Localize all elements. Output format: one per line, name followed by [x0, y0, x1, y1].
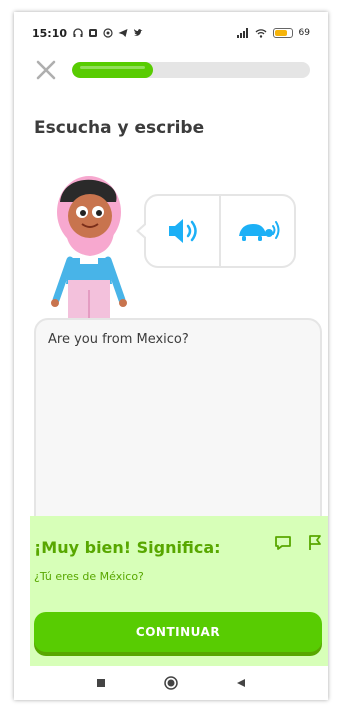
telegram-icon: [118, 29, 128, 37]
play-audio-button[interactable]: [146, 196, 219, 266]
battery-level: 69: [298, 28, 310, 38]
character-illustration: [51, 176, 127, 322]
comment-button[interactable]: [274, 534, 292, 556]
app-notification-icon: [89, 29, 98, 37]
lesson-progress-fill: [72, 62, 153, 78]
turtle-icon: [238, 221, 279, 241]
report-button[interactable]: [306, 534, 324, 556]
feedback-panel: ¡Muy bien! Significa: ¿Tú eres de México…: [30, 516, 328, 666]
headphones-icon: [73, 28, 83, 37]
home-button[interactable]: [164, 676, 178, 690]
status-time: 15:10: [32, 26, 68, 40]
square-icon: [97, 679, 105, 687]
close-button[interactable]: [34, 58, 58, 82]
close-icon: [36, 60, 56, 80]
back-button[interactable]: [236, 678, 246, 688]
speaker-icon: [168, 219, 197, 243]
status-bar: 15:10 69: [14, 12, 328, 54]
phone-screen: 15:10 69 Escucha y escribe Are you from …: [14, 12, 328, 700]
circle-icon: [164, 676, 178, 690]
battery-icon: [272, 28, 293, 38]
status-right-icons: 69: [236, 28, 310, 38]
feedback-title: ¡Muy bien! Significa:: [34, 538, 221, 557]
feedback-actions: [274, 534, 324, 556]
answer-textarea[interactable]: Are you from Mexico?: [34, 318, 322, 548]
status-notification-icons: [73, 28, 143, 38]
play-slow-audio-button[interactable]: [219, 196, 294, 266]
exercise-title: Escucha y escribe: [34, 118, 205, 138]
audio-speech-bubble: [136, 194, 296, 268]
feedback-translation: ¿Tú eres de México?: [34, 570, 144, 583]
back-icon: [237, 679, 245, 687]
continue-button[interactable]: CONTINUAR: [34, 612, 322, 652]
twitter-icon: [134, 29, 143, 36]
recents-button[interactable]: [96, 678, 106, 688]
android-nav-bar: [14, 666, 328, 700]
comment-icon: [275, 536, 291, 550]
lesson-progress-bar: [72, 62, 310, 78]
answer-text: Are you from Mexico?: [48, 332, 189, 347]
signal-icon: [236, 28, 248, 38]
wifi-icon: [255, 29, 267, 38]
flag-icon: [309, 535, 321, 550]
whatsapp-icon: [103, 28, 113, 38]
